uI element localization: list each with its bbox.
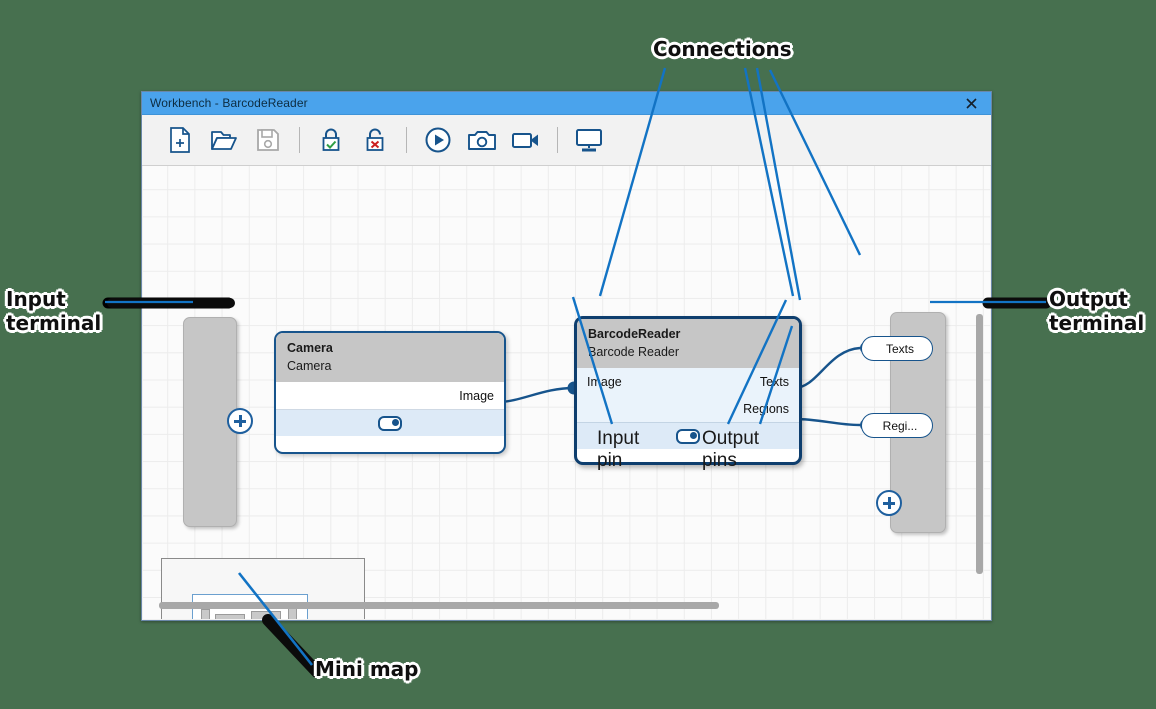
node-title: Camera xyxy=(287,341,333,355)
node-footer xyxy=(276,409,504,436)
node-body: Image xyxy=(276,382,504,409)
mini-map-shape xyxy=(288,608,297,619)
node-subtitle: Barcode Reader xyxy=(588,344,680,359)
camera-icon[interactable] xyxy=(460,118,504,162)
workbench-window: Workbench - BarcodeReader Texts Regi... … xyxy=(141,91,992,621)
node-enable-toggle[interactable] xyxy=(676,428,700,444)
node-camera[interactable]: Camera Camera Image xyxy=(274,331,506,454)
play-icon[interactable] xyxy=(416,118,460,162)
new-file-icon[interactable] xyxy=(158,118,202,162)
vertical-scrollbar[interactable] xyxy=(976,314,983,574)
open-folder-icon[interactable] xyxy=(202,118,246,162)
toolbar-separator xyxy=(557,127,558,153)
pin-label: Image xyxy=(459,388,494,403)
node-output-pin-texts[interactable]: Texts xyxy=(577,368,799,395)
pill-label: Texts xyxy=(885,341,914,356)
node-body: Image Texts Regions xyxy=(577,368,799,422)
annotation-connections: Connections xyxy=(653,37,792,61)
connection-layer xyxy=(492,342,872,431)
main-toolbar xyxy=(142,115,991,166)
node-output-pin-image[interactable]: Image xyxy=(276,382,504,409)
pin-label: Regions xyxy=(743,401,789,416)
node-footer xyxy=(577,422,799,449)
horizontal-scrollbar[interactable] xyxy=(159,602,719,609)
node-header: Camera Camera xyxy=(276,333,504,382)
output-terminal-pin-texts[interactable]: Texts xyxy=(861,336,933,361)
annotation-mini-map: Mini map xyxy=(315,657,419,681)
unlock-icon[interactable] xyxy=(353,118,397,162)
window-title: Workbench - BarcodeReader xyxy=(150,96,308,110)
node-subtitle: Camera xyxy=(287,358,332,373)
save-icon[interactable] xyxy=(246,118,290,162)
toolbar-separator xyxy=(406,127,407,153)
mini-map-shape xyxy=(201,609,210,619)
video-camera-icon[interactable] xyxy=(504,118,548,162)
node-title: BarcodeReader xyxy=(588,327,681,341)
close-icon[interactable] xyxy=(951,92,991,114)
window-titlebar: Workbench - BarcodeReader xyxy=(142,92,991,115)
mini-map-shape xyxy=(251,611,281,619)
lock-icon[interactable] xyxy=(309,118,353,162)
node-barcode-reader[interactable]: BarcodeReader Barcode Reader Image Texts… xyxy=(574,316,802,465)
output-terminal-add-button[interactable] xyxy=(876,490,902,516)
input-terminal-add-button[interactable] xyxy=(227,408,253,434)
annotation-output-terminal: Output terminal xyxy=(1049,287,1145,335)
node-output-pin-regions[interactable]: Regions xyxy=(577,395,799,422)
mini-map[interactable] xyxy=(161,558,365,619)
toolbar-separator xyxy=(299,127,300,153)
node-enable-toggle[interactable] xyxy=(378,415,402,431)
annotation-input-terminal: Input terminal xyxy=(6,287,102,335)
pill-label: Regi... xyxy=(882,418,918,433)
monitor-icon[interactable] xyxy=(567,118,611,162)
output-terminal-pin-regions[interactable]: Regi... xyxy=(861,413,933,438)
node-header: BarcodeReader Barcode Reader xyxy=(577,319,799,368)
screenshot-stage: Workbench - BarcodeReader Texts Regi... … xyxy=(0,0,1156,709)
pin-label: Texts xyxy=(759,374,789,389)
graph-canvas[interactable]: Texts Regi... Camera Camera Image Barcod… xyxy=(143,166,990,619)
mini-map-shape xyxy=(215,614,245,619)
